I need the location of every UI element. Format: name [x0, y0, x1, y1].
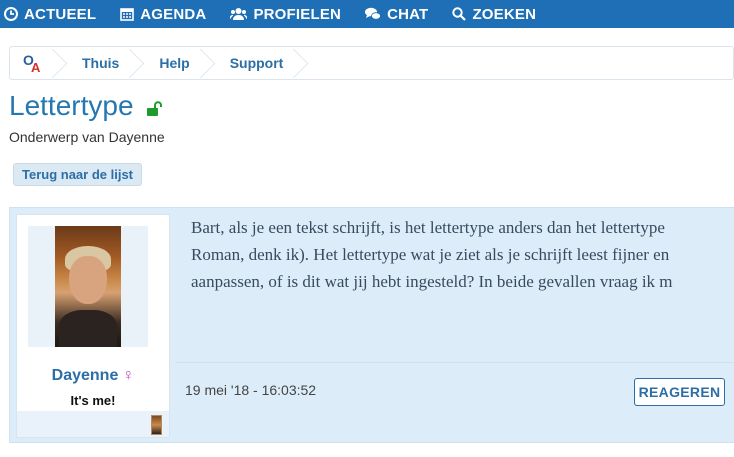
nav-item-label: CHAT	[387, 5, 429, 23]
nav-item-profielen[interactable]: PROFIELEN	[230, 6, 341, 23]
breadcrumb-label: Support	[229, 55, 284, 71]
unlocked-padlock-icon	[147, 101, 162, 116]
avatar-frame	[28, 226, 148, 347]
author-title: It's me!	[70, 393, 116, 408]
top-navigation: ACTUEEL AGENDA PROFIELEN CHAT ZOEKEN	[0, 0, 734, 28]
oa-logo-icon: O A	[23, 52, 41, 74]
post-divider	[175, 362, 734, 363]
nav-item-chat[interactable]: CHAT	[365, 6, 428, 23]
author-card: Dayenne ♀ It's me!	[16, 214, 170, 438]
nav-item-actueel[interactable]: ACTUEEL	[4, 6, 96, 23]
breadcrumb-item-thuis[interactable]: Thuis	[58, 47, 135, 79]
post-text-line: Bart, als je een tekst schrijft, is het …	[191, 218, 665, 237]
breadcrumb-home[interactable]: O A	[10, 47, 58, 79]
chat-bubbles-icon	[365, 7, 381, 20]
breadcrumb-item-help[interactable]: Help	[135, 47, 205, 79]
mini-avatar[interactable]	[151, 415, 162, 435]
search-icon	[452, 7, 467, 21]
breadcrumb-item-support[interactable]: Support	[206, 47, 300, 79]
reply-button[interactable]: REAGEREN	[634, 378, 725, 406]
post-timestamp: 19 mei '18 - 16:03:52	[185, 382, 317, 398]
breadcrumb-label: Help	[159, 55, 190, 71]
author-card-footer	[17, 411, 169, 437]
avatar[interactable]	[55, 226, 121, 347]
nav-item-zoeken[interactable]: ZOEKEN	[452, 6, 536, 23]
clock-icon	[4, 7, 18, 21]
post-text-line: aanpassen, of is dit wat jij hebt ingest…	[191, 272, 673, 291]
calendar-icon	[120, 8, 135, 21]
nav-item-label: ZOEKEN	[472, 5, 537, 23]
nav-item-label: AGENDA	[140, 5, 207, 23]
forum-post: Dayenne ♀ It's me! Bart, als je een tekst…	[9, 207, 734, 443]
post-body: Bart, als je een tekst schrijft, is het …	[191, 214, 734, 295]
nav-item-label: PROFIELEN	[253, 5, 342, 23]
nav-item-agenda[interactable]: AGENDA	[120, 6, 206, 23]
breadcrumb-label: Thuis	[82, 55, 120, 71]
nav-item-label: ACTUEEL	[24, 5, 97, 23]
page-title: Lettertype	[9, 90, 134, 121]
author-name-text: Dayenne	[51, 367, 119, 384]
post-text-line: Roman, denk ik). Het lettertype wat je z…	[191, 245, 670, 264]
users-icon	[230, 8, 248, 20]
breadcrumb: O A Thuis Help Support	[9, 46, 734, 80]
topic-subtitle: Onderwerp van Dayenne	[9, 129, 165, 145]
back-to-list-button[interactable]: Terug naar de lijst	[13, 163, 143, 186]
author-name[interactable]: Dayenne ♀	[17, 367, 169, 385]
svg-text:A: A	[31, 60, 41, 74]
female-icon: ♀	[122, 367, 135, 384]
